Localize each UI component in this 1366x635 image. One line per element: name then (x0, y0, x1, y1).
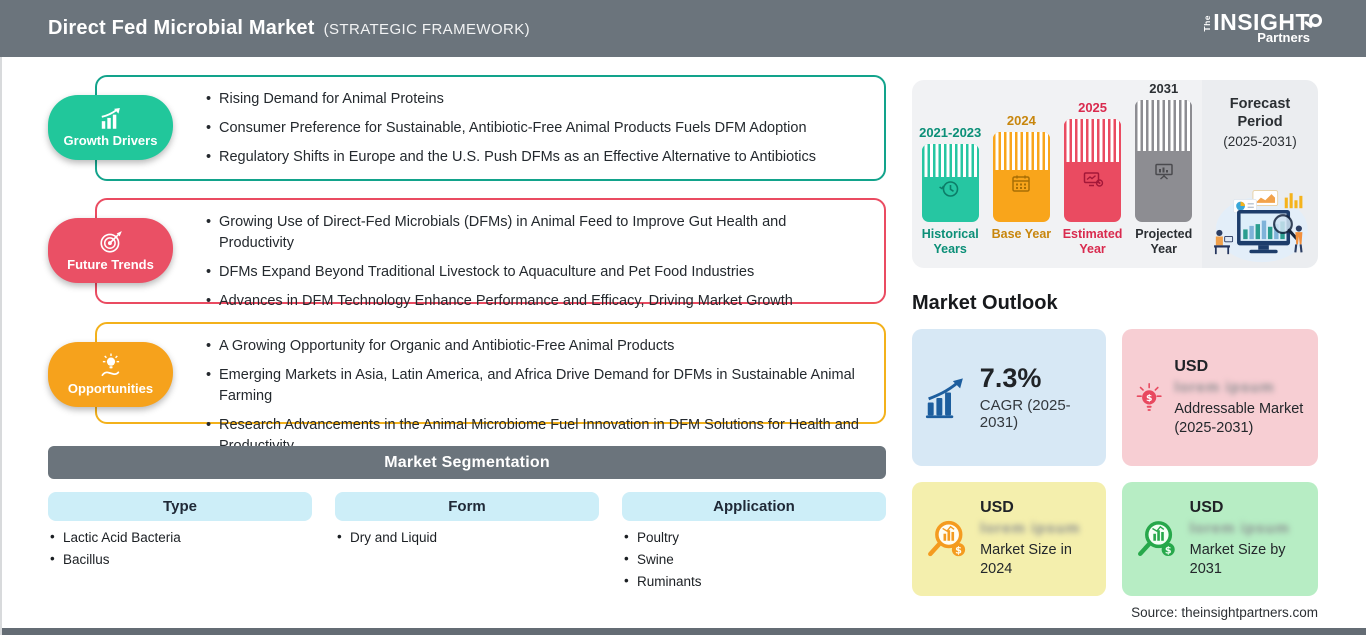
page-title: Direct Fed Microbial Market (STRATEGIC FR… (48, 17, 530, 40)
forecast-period-panel: Forecast Period (2025-2031) (1202, 80, 1318, 268)
page-title-main: Direct Fed Microbial Market (48, 17, 315, 39)
currency-label: USD (1174, 357, 1209, 375)
growth-drivers-box: Rising Demand for Animal Proteins Consum… (95, 75, 886, 181)
segment-item: Swine (624, 551, 886, 567)
currency-label: USD (980, 499, 1014, 517)
timeline-caption: Base Year (991, 227, 1052, 241)
segment-header-type: Type (48, 492, 312, 521)
monitor-gear-icon (1083, 171, 1103, 187)
brand-logo: The INSIGHT Partners (1201, 10, 1322, 45)
history-clock-icon (939, 181, 959, 198)
segment-column-form: Form Dry and Liquid (335, 492, 599, 596)
cagr-value: 7.3% (979, 363, 1042, 394)
segment-column-type: Type Lactic Acid Bacteria Bacillus (48, 492, 312, 596)
market-outlook-grid: 7.3% CAGR (2025-2031) $ USD lorem ipsum … (912, 329, 1318, 596)
projected-year-bar (1135, 100, 1193, 222)
card-description: Market Size in 2024 (980, 542, 1072, 577)
dollar-bulb-icon: $ (1136, 382, 1162, 411)
market-size-2031-card: $ USD lorem ipsum Market Size by 2031 (1122, 482, 1318, 596)
segment-item: Ruminants (624, 573, 886, 589)
segment-item: Poultry (624, 529, 886, 545)
trends-bullet: DFMs Expand Beyond Traditional Livestock… (204, 262, 860, 283)
year-label: 2025 (1078, 100, 1108, 115)
future-trends-box: Growing Use of Direct-Fed Microbials (DF… (95, 198, 886, 312)
future-trends-badge: Future Trends (48, 218, 173, 283)
cagr-card: 7.3% CAGR (2025-2031) (912, 329, 1106, 466)
segmentation-columns: Type Lactic Acid Bacteria Bacillus Form … (48, 492, 886, 596)
timeline-base: 2024 Base Year (986, 80, 1056, 268)
bottom-divider-bar (0, 628, 1366, 635)
growth-chart-icon (925, 377, 963, 418)
historical-bar (921, 144, 979, 222)
timeline-caption: Estimated Year (1062, 227, 1123, 256)
timeline-projected: 2031 Projected Year (1129, 80, 1199, 268)
market-segmentation-bar: Market Segmentation (48, 446, 886, 479)
trends-bullet: Growing Use of Direct-Fed Microbials (DF… (204, 212, 860, 254)
timeline-historical: 2021-2023 Historical Years (915, 80, 985, 268)
magnifier-ring-icon (1309, 13, 1322, 27)
opportunities-bullet: Emerging Markets in Asia, Latin America,… (204, 365, 860, 407)
segment-column-application: Application Poultry Swine Ruminants (622, 492, 886, 596)
forecast-period-range: (2025-2031) (1223, 134, 1297, 150)
target-dart-icon (99, 231, 122, 253)
future-trends-label: Future Trends (67, 257, 154, 272)
slide-root: Direct Fed Microbial Market (STRATEGIC FR… (0, 0, 1366, 635)
svg-text:$: $ (955, 546, 962, 557)
estimated-year-bar (1064, 119, 1122, 222)
bar-chart-up-icon (101, 107, 120, 129)
logo-the-text: The (1201, 14, 1212, 32)
magnifier-chart-icon: $ (1138, 521, 1175, 556)
year-label: 2021-2023 (919, 125, 982, 140)
opportunities-label: Opportunities (67, 381, 154, 396)
segment-item: Lactic Acid Bacteria (50, 529, 312, 545)
growth-bullet: Consumer Preference for Sustainable, Ant… (204, 118, 860, 139)
year-label: 2031 (1149, 81, 1179, 96)
analytics-illustration (1214, 190, 1308, 263)
market-segmentation-title: Market Segmentation (384, 453, 550, 471)
opportunities-badge: Opportunities (48, 342, 173, 407)
opportunities-box: A Growing Opportunity for Organic and An… (95, 322, 886, 454)
segment-item: Dry and Liquid (337, 529, 599, 545)
blurred-value: lorem ipsum (980, 520, 1081, 538)
year-label: 2024 (1006, 113, 1036, 128)
svg-text:$: $ (1165, 545, 1172, 556)
framework-column: Rising Demand for Animal Proteins Consum… (48, 75, 886, 620)
segment-header-form: Form (335, 492, 599, 521)
growth-drivers-section: Rising Demand for Animal Proteins Consum… (48, 75, 886, 181)
svg-text:$: $ (1146, 392, 1152, 403)
timeline-card: 2021-2023 Historical Years 2024 Base Yea… (912, 80, 1318, 268)
segment-header-application: Application (622, 492, 886, 521)
cagr-label: CAGR (2025-2031) (979, 396, 1071, 431)
card-description: Market Size by 2031 (1189, 542, 1286, 577)
header-bar: Direct Fed Microbial Market (STRATEGIC FR… (0, 0, 1366, 57)
segment-item: Bacillus (50, 551, 312, 567)
growth-drivers-label: Growth Drivers (63, 133, 158, 148)
blurred-value: lorem ipsum (1174, 378, 1275, 396)
opportunities-bullet: A Growing Opportunity for Organic and An… (204, 336, 860, 357)
bulb-hand-icon (100, 353, 119, 377)
timeline-caption: Projected Year (1135, 227, 1193, 256)
growth-drivers-badge: Growth Drivers (48, 95, 173, 160)
market-outlook-heading: Market Outlook (912, 292, 1058, 314)
addressable-market-card: $ USD lorem ipsum Addressable Market (20… (1122, 329, 1318, 466)
forecast-period-title: Forecast Period (1229, 96, 1291, 131)
presentation-chart-icon (1155, 163, 1173, 180)
currency-label: USD (1189, 499, 1224, 517)
trends-bullet: Advances in DFM Technology Enhance Perfo… (204, 291, 860, 312)
base-year-bar (992, 132, 1050, 222)
card-description: Addressable Market (2025-2031) (1174, 400, 1304, 436)
blurred-value: lorem ipsum (1189, 520, 1290, 538)
timeline-caption: Historical Years (921, 227, 979, 256)
calendar-icon (1012, 175, 1031, 192)
page-title-subtitle: (STRATEGIC FRAMEWORK) (323, 21, 531, 38)
source-attribution: Source: theinsightpartners.com (1131, 605, 1318, 620)
growth-bullet: Regulatory Shifts in Europe and the U.S.… (204, 147, 860, 168)
future-trends-section: Growing Use of Direct-Fed Microbials (DF… (48, 198, 886, 312)
timeline-estimated: 2025 Estimated Year (1058, 80, 1128, 268)
magnifier-chart-icon: $ (928, 520, 966, 557)
outlook-column: 2021-2023 Historical Years 2024 Base Yea… (912, 75, 1318, 620)
opportunities-section: A Growing Opportunity for Organic and An… (48, 322, 886, 454)
growth-bullet: Rising Demand for Animal Proteins (204, 89, 860, 110)
market-size-2024-card: $ USD lorem ipsum Market Size in 2024 (912, 482, 1106, 596)
